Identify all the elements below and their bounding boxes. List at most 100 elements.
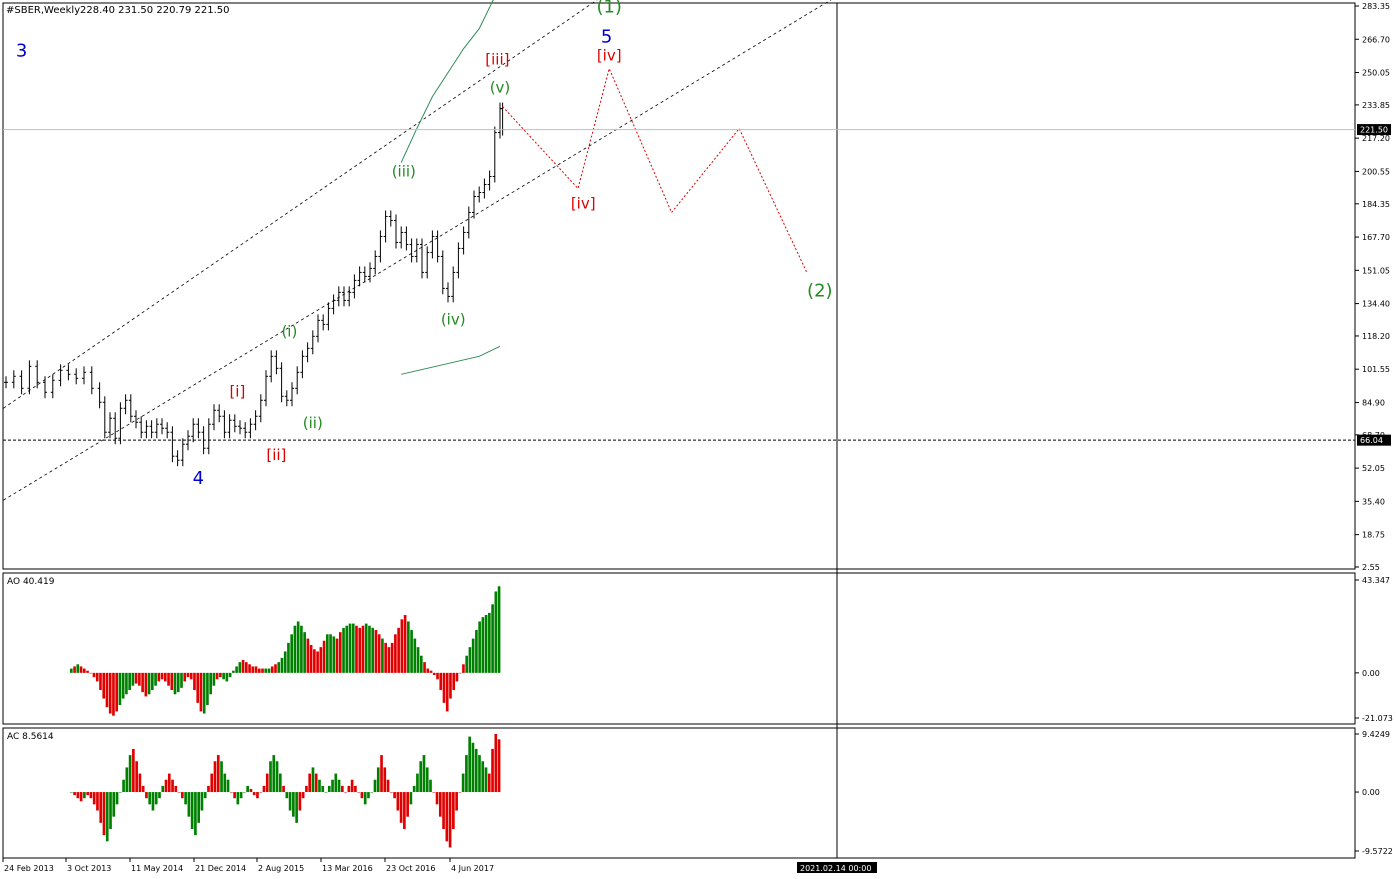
ac-bar bbox=[383, 767, 387, 793]
ac-bar bbox=[125, 767, 129, 793]
ac-bar bbox=[229, 792, 233, 793]
ao-bar bbox=[128, 672, 131, 690]
ac-bar bbox=[311, 767, 315, 793]
ac-bar bbox=[409, 792, 413, 805]
ac-bar bbox=[243, 792, 246, 793]
time-tick-label: 4 Jun 2017 bbox=[451, 864, 494, 873]
ao-bar bbox=[235, 666, 238, 673]
ac-bar bbox=[321, 785, 325, 793]
ac-bar bbox=[200, 792, 204, 811]
ac-bar bbox=[210, 773, 214, 793]
ao-bar bbox=[189, 672, 193, 680]
ac-bar bbox=[233, 792, 236, 799]
ao-bar bbox=[82, 668, 86, 673]
ao-bar bbox=[355, 625, 358, 673]
ao-bar bbox=[209, 672, 212, 695]
ao-bar bbox=[306, 638, 310, 673]
ac-bar bbox=[118, 792, 122, 793]
ac-bar bbox=[132, 748, 135, 793]
ao-bar bbox=[212, 672, 216, 686]
ao-bar bbox=[173, 672, 177, 695]
price-tick-label: 233.85 bbox=[1362, 101, 1390, 110]
ac-bar bbox=[497, 739, 501, 793]
ao-bar bbox=[316, 651, 319, 673]
ao-bar bbox=[99, 672, 102, 690]
ac-bar bbox=[484, 767, 488, 793]
ac-bar bbox=[207, 785, 210, 793]
ac-bar bbox=[452, 792, 455, 829]
ao-bar bbox=[319, 647, 323, 673]
trading-chart[interactable]: #SBER,Weekly 228.40 231.50 220.79 221.50… bbox=[0, 0, 1396, 879]
ao-bar bbox=[471, 638, 475, 673]
ao-bar bbox=[290, 634, 294, 673]
wave-label: 5 bbox=[601, 27, 612, 48]
ac-bar bbox=[158, 792, 161, 799]
ao-bar bbox=[296, 621, 300, 673]
ac-bar bbox=[256, 792, 259, 799]
trend-channel bbox=[3, 0, 832, 501]
wave-label: [ii] bbox=[266, 446, 286, 464]
ac-bar bbox=[412, 785, 416, 793]
ac-bar bbox=[96, 792, 99, 811]
ac-bar bbox=[455, 792, 458, 811]
current-price-tag: 221.50 bbox=[1360, 126, 1388, 135]
ac-bar bbox=[239, 792, 243, 799]
time-tick-label: 23 Oct 2016 bbox=[386, 864, 435, 873]
ao-bar bbox=[445, 672, 449, 712]
time-tick-label: 24 Feb 2013 bbox=[4, 864, 54, 873]
ac-bar bbox=[350, 779, 354, 793]
ao-bar bbox=[497, 586, 501, 673]
ao-bar bbox=[238, 662, 242, 673]
ao-bar bbox=[358, 627, 362, 673]
ac-bar bbox=[92, 792, 96, 805]
ac-bar bbox=[314, 773, 318, 793]
ao-bar bbox=[241, 660, 245, 673]
ac-bar bbox=[151, 792, 155, 811]
price-tick-label: 52.05 bbox=[1362, 464, 1385, 473]
ao-bar bbox=[394, 634, 397, 673]
price-tick-label: 18.75 bbox=[1362, 531, 1385, 540]
ac-bar bbox=[295, 792, 298, 823]
ao-bar bbox=[105, 672, 109, 708]
ac-bar bbox=[425, 767, 429, 793]
time-axis: 24 Feb 2013 3 Oct 2013 11 May 2014 21 Dec 2… bbox=[2, 858, 494, 873]
ac-bar bbox=[301, 792, 305, 799]
ac-bar bbox=[164, 779, 168, 793]
ac-bar bbox=[246, 785, 249, 793]
ac-bar bbox=[194, 792, 197, 836]
ac-bar bbox=[161, 785, 165, 793]
ao-bar bbox=[92, 672, 96, 678]
ac-bar bbox=[154, 792, 158, 805]
ac-bar bbox=[373, 779, 377, 793]
ao-bar bbox=[303, 632, 306, 673]
price-axis: 283.35 266.70 250.05 233.85 217.20 200.55 184.… bbox=[1355, 2, 1390, 572]
ao-bar bbox=[384, 642, 387, 673]
ac-label: AC 8.5614 bbox=[7, 732, 54, 742]
ac-bar bbox=[344, 792, 347, 793]
symbol-header: #SBER,Weekly bbox=[6, 5, 80, 16]
envelope-upper[interactable] bbox=[400, 0, 495, 163]
ac-bar bbox=[435, 792, 439, 805]
ac-bar bbox=[141, 785, 145, 793]
ao-bar bbox=[118, 672, 122, 705]
ao-bar bbox=[329, 634, 332, 673]
channel-line-lower[interactable] bbox=[3, 0, 832, 501]
ac-bar bbox=[249, 788, 253, 793]
envelope-lower[interactable] bbox=[401, 345, 501, 375]
ac-tick-label: 0.00 bbox=[1362, 788, 1380, 797]
ac-bar bbox=[465, 755, 468, 793]
ao-bar bbox=[494, 591, 498, 673]
ac-bar bbox=[99, 792, 103, 823]
ao-bar bbox=[228, 672, 232, 678]
ac-axis: 9.4249 0.00 -9.5722 bbox=[1355, 730, 1393, 856]
ac-bar bbox=[305, 785, 308, 793]
price-tick-label: 200.55 bbox=[1362, 167, 1390, 176]
ao-bar bbox=[232, 670, 235, 673]
ao-bar bbox=[332, 636, 336, 673]
time-tick-label: 3 Oct 2013 bbox=[67, 864, 111, 873]
ao-bar bbox=[436, 672, 439, 680]
ac-bar bbox=[145, 792, 148, 799]
ac-bar bbox=[445, 792, 449, 842]
ao-bar bbox=[416, 647, 420, 673]
ac-bar bbox=[190, 792, 194, 829]
